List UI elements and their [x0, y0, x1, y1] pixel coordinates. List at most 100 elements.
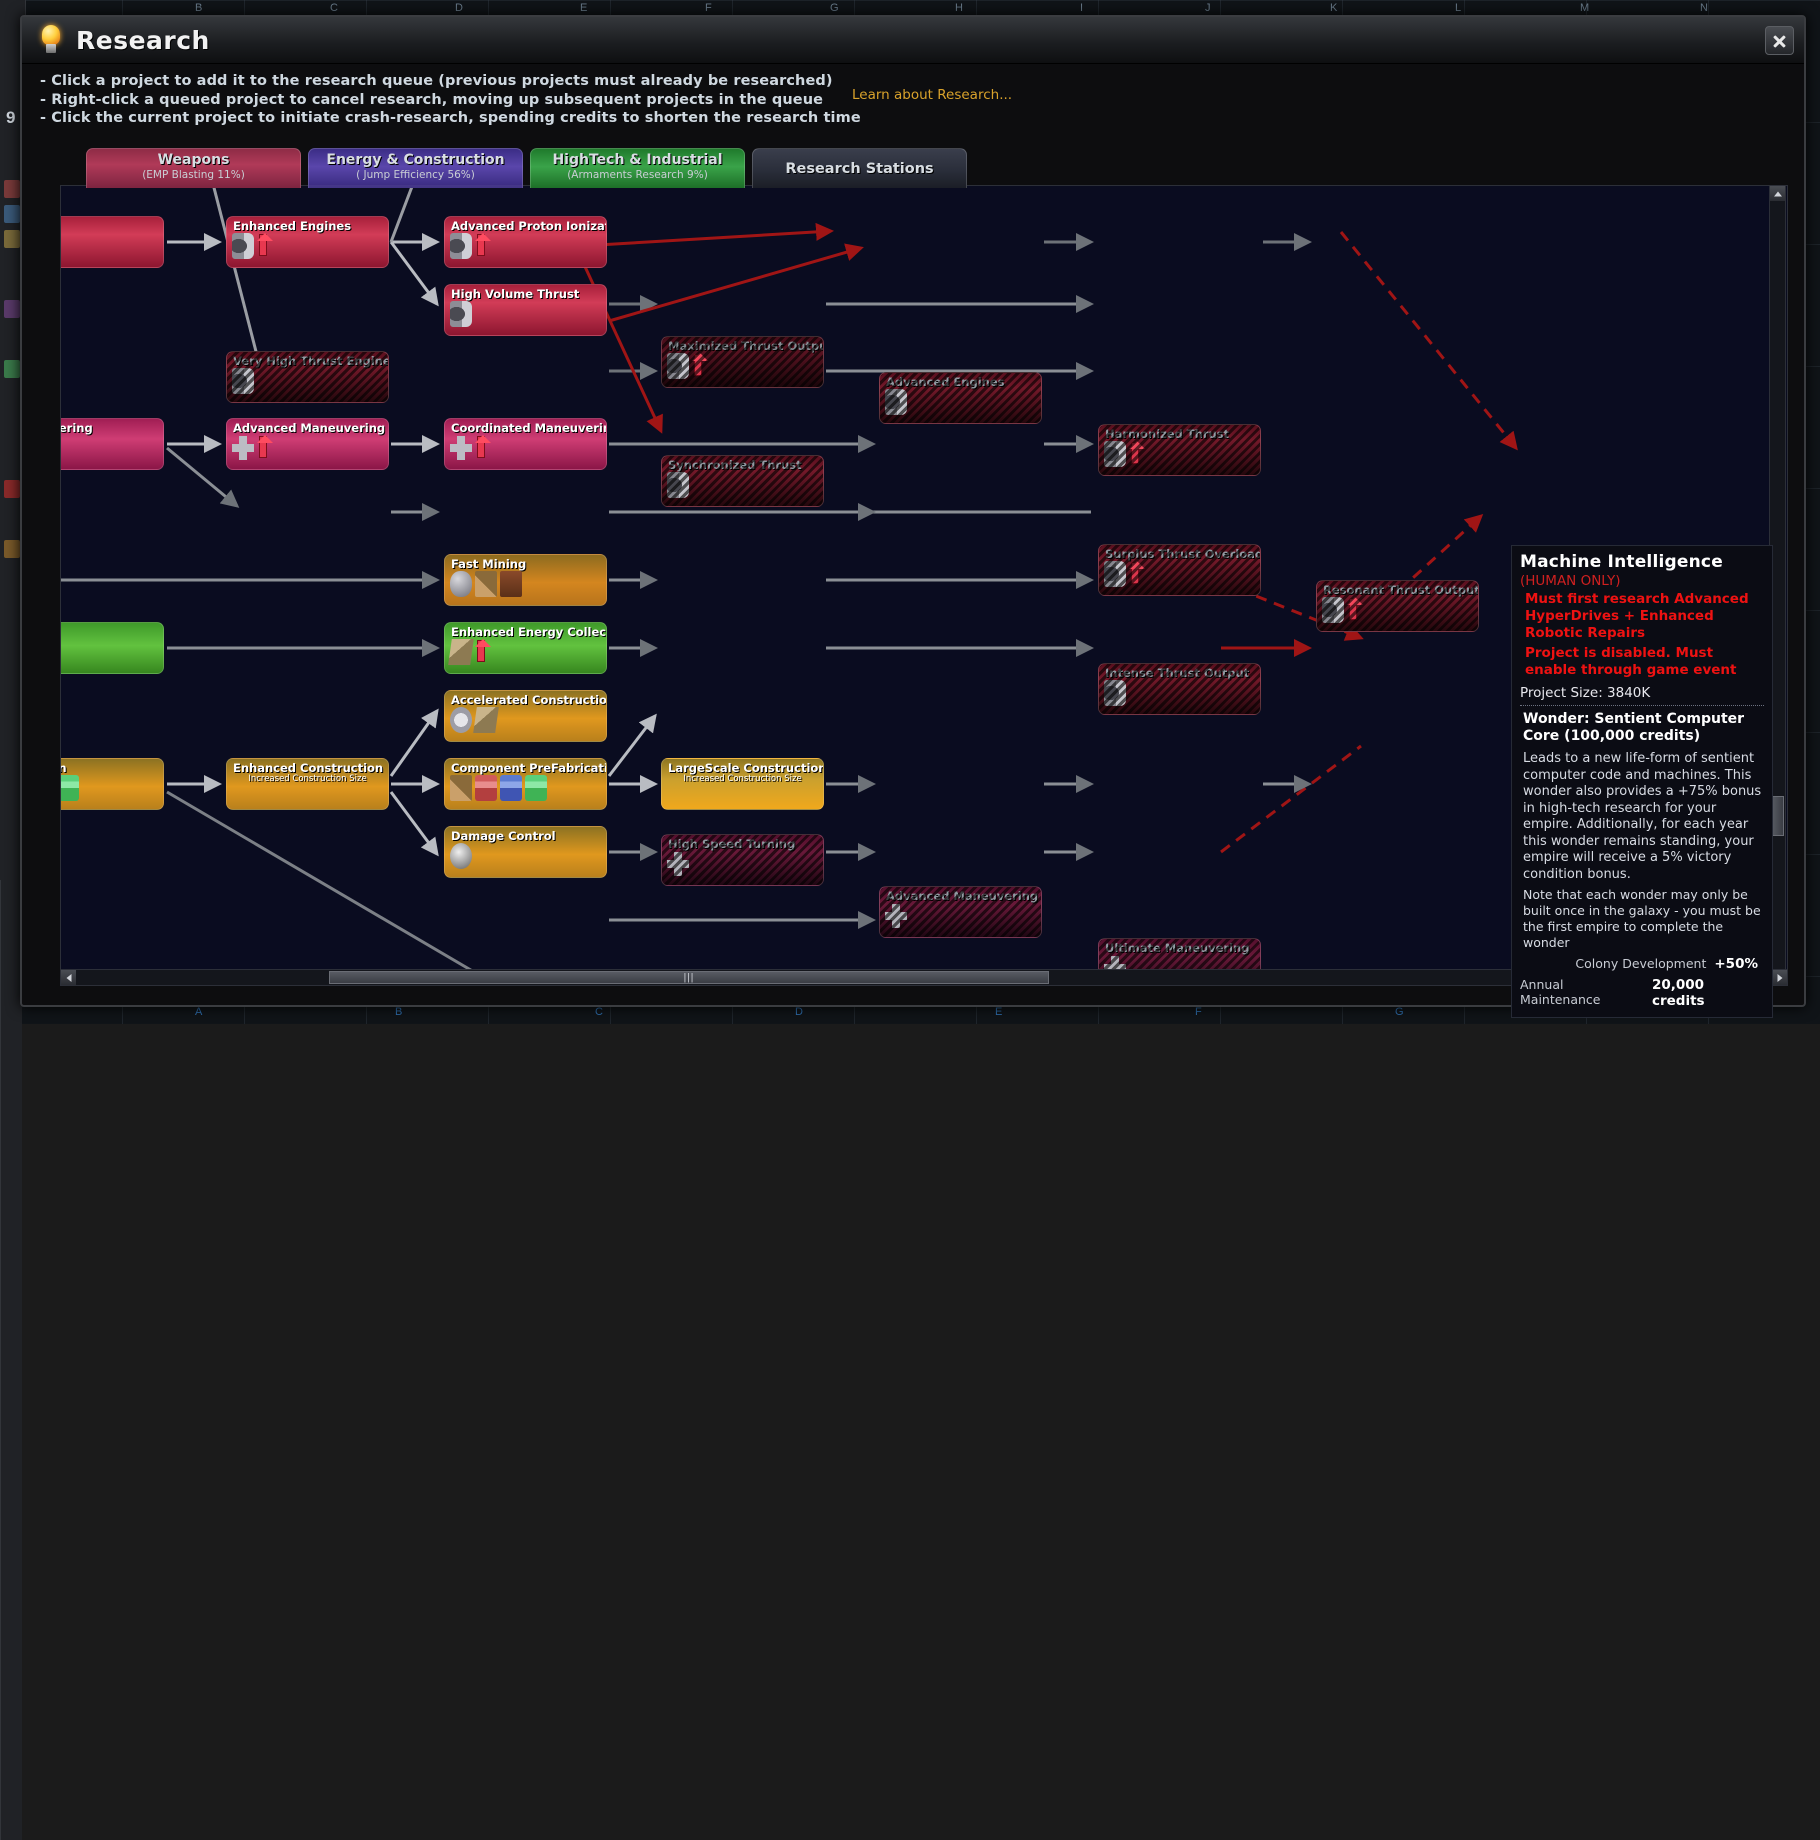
tech-node-advanced-maneuvering[interactable]: Advanced Maneuvering	[226, 418, 389, 470]
tooltip-project-size: Project Size: 3840K	[1520, 685, 1764, 701]
tech-node-label: Advanced Maneuvering	[886, 889, 1037, 903]
tech-node-label: High Speed Turning	[668, 837, 819, 851]
tech-node-high-volume-thrust[interactable]: High Volume Thrust	[444, 284, 607, 336]
horizontal-scroll-thumb[interactable]: |||	[329, 971, 1049, 984]
tech-node-synchronized-thrust[interactable]: Synchronized Thrust	[661, 455, 824, 507]
tech-node-label: llection	[60, 625, 159, 639]
tab-stations-label: Research Stations	[785, 161, 933, 177]
tech-node-enhanced-construction[interactable]: Enhanced ConstructionIncreased Construct…	[226, 758, 389, 810]
cross-icon	[667, 851, 689, 877]
tech-node-maneuvering[interactable]: Maneuvering	[60, 418, 164, 470]
tech-node-component-prefabrication[interactable]: Component PreFabrication	[444, 758, 607, 810]
tech-node-icons	[450, 301, 472, 327]
robot-icon	[500, 571, 522, 597]
instructions-block: - Click a project to add it to the resea…	[40, 72, 860, 128]
tech-node-enhanced-engines[interactable]: Enhanced Engines	[226, 216, 389, 268]
tab-energy-label: Energy & Construction	[326, 152, 504, 168]
tech-node-label: Enhanced Engines	[233, 219, 384, 233]
tech-node-sublabel: Increased Construction Size	[227, 774, 388, 784]
rail-button[interactable]	[4, 230, 20, 248]
engine-icon	[1104, 441, 1126, 467]
tech-node-icons	[450, 435, 497, 461]
tech-node-advanced-maneuvering[interactable]: Advanced Maneuvering	[879, 886, 1042, 938]
tab-energy-construction[interactable]: Energy & Construction ( Jump Efficiency …	[308, 148, 523, 188]
tech-node-icons	[450, 571, 522, 597]
tech-node-very-high-thrust-engines[interactable]: Very High Thrust Engines	[226, 351, 389, 403]
tab-hightech-industrial[interactable]: HighTech & Industrial (Armaments Researc…	[530, 148, 745, 188]
lightbulb-icon	[38, 25, 64, 55]
rail-button[interactable]	[4, 480, 20, 498]
stat-value-colony-development: +50%	[1714, 956, 1758, 972]
tech-node-icons	[450, 843, 472, 869]
tech-node-llection[interactable]: llection	[60, 622, 164, 674]
tech-node-harmonized-thrust[interactable]: Harmonized Thrust	[1098, 424, 1261, 476]
tech-node-icons	[232, 233, 279, 259]
rail-button[interactable]	[4, 205, 20, 223]
arrow-up-icon	[475, 233, 497, 259]
rail-button[interactable]	[4, 540, 20, 558]
tech-node-advanced-proton-ionization[interactable]: Advanced Proton Ionization	[444, 216, 607, 268]
rail-button[interactable]	[4, 360, 20, 378]
tech-node-sublabel: Increased Construction Size	[662, 774, 823, 784]
tech-node-intense-thrust-output[interactable]: Intense Thrust Output	[1098, 663, 1261, 715]
tab-hightech-label: HighTech & Industrial	[552, 152, 722, 168]
tech-node-coordinated-maneuvering[interactable]: Coordinated Maneuvering	[444, 418, 607, 470]
tab-weapons[interactable]: Weapons (EMP Blasting 11%)	[86, 148, 301, 188]
engine-icon	[1104, 680, 1126, 706]
tooltip-stat-row: Colony Development +50%	[1520, 956, 1764, 972]
tech-node-high-speed-turning[interactable]: High Speed Turning	[661, 834, 824, 886]
scroll-left-icon[interactable]	[61, 970, 76, 985]
tech-node-fast-mining[interactable]: Fast Mining	[444, 554, 607, 606]
tooltip-requirement: Must first research Advanced HyperDrives…	[1520, 591, 1764, 642]
panel-icon	[448, 639, 474, 665]
tech-node-label: Resonant Thrust Output	[1323, 583, 1474, 597]
engine-icon	[667, 472, 689, 498]
rail-button[interactable]	[4, 300, 20, 318]
engine-icon	[667, 353, 689, 379]
tech-node-label: Surplus Thrust Overload	[1105, 547, 1256, 561]
tech-node-label: LargeScale Construction	[668, 761, 819, 775]
tooltip-wonder: Wonder: Sentient Computer Core (100,000 …	[1520, 711, 1764, 745]
tech-node-ization[interactable]: ization	[60, 216, 164, 268]
tab-hightech-progress: (Armaments Research 9%)	[567, 169, 708, 181]
tech-node-maximized-thrust-output[interactable]: Maximized Thrust Output	[661, 336, 824, 388]
tech-node-largescale-construction[interactable]: LargeScale ConstructionIncreased Constru…	[661, 758, 824, 810]
rail-button[interactable]	[4, 180, 20, 198]
tech-node-icons	[450, 233, 497, 259]
arrow-up-icon	[475, 639, 497, 665]
tech-node-icons	[1104, 680, 1126, 706]
tech-node-advanced-engines[interactable]: Advanced Engines	[879, 372, 1042, 424]
tech-node-label: Intense Thrust Output	[1105, 666, 1256, 680]
rock-icon	[450, 571, 472, 597]
tech-node-label: Coordinated Maneuvering	[451, 421, 602, 435]
engine-icon	[450, 301, 472, 327]
tech-node-label: Synchronized Thrust	[668, 458, 819, 472]
engine-icon	[450, 233, 472, 259]
tech-node-icons	[667, 353, 714, 379]
tech-node-surplus-thrust-overload[interactable]: Surplus Thrust Overload	[1098, 544, 1261, 596]
tech-node-damage-control[interactable]: Damage Control	[444, 826, 607, 878]
tab-energy-progress: ( Jump Efficiency 56%)	[356, 169, 475, 181]
tech-node-icons	[1104, 441, 1151, 467]
tech-node-accelerated-construction[interactable]: Accelerated Construction	[444, 690, 607, 742]
instruction-line-1: - Click a project to add it to the resea…	[40, 72, 860, 91]
tooltip-title: Machine Intelligence	[1520, 552, 1764, 572]
tech-node-icons	[60, 775, 79, 801]
tab-research-stations[interactable]: Research Stations	[752, 148, 967, 188]
tech-node-icons	[450, 707, 497, 733]
tooltip-human-only: (HUMAN ONLY)	[1520, 573, 1764, 589]
scroll-up-icon[interactable]	[1770, 186, 1785, 201]
tech-node-resonant-thrust-output[interactable]: Resonant Thrust Output	[1316, 580, 1479, 632]
tech-node-label: Ultimate Maneuvering	[1105, 941, 1256, 955]
scroll-right-icon[interactable]	[1772, 970, 1787, 985]
tooltip-description: Leads to a new life-form of sentient com…	[1520, 751, 1764, 883]
panel-icon	[473, 707, 499, 733]
tooltip-note: Note that each wonder may only be built …	[1520, 887, 1764, 951]
learn-about-research-link[interactable]: Learn about Research...	[852, 87, 1012, 103]
tech-node-enhanced-energy-collection[interactable]: Enhanced Energy Collection	[444, 622, 607, 674]
close-icon[interactable]	[1765, 26, 1794, 55]
tech-node-struction[interactable]: struction	[60, 758, 164, 810]
engine-icon	[232, 368, 254, 394]
tech-node-label: Maximized Thrust Output	[668, 339, 819, 353]
tech-node-label: Advanced Maneuvering	[233, 421, 384, 435]
